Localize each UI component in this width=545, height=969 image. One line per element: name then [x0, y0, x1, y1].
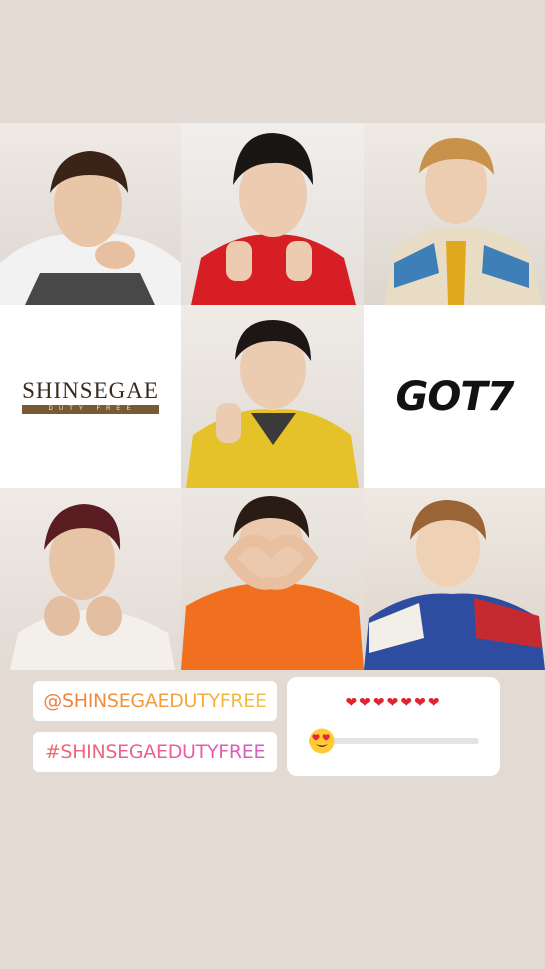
member-photo-8 — [181, 488, 364, 670]
member-photo-1 — [0, 123, 181, 305]
member-illustration — [186, 320, 359, 488]
mention-text: @SHINSEGAEDUTYFREE — [43, 689, 267, 712]
emoji-slider-sticker[interactable]: ❤❤❤❤❤❤❤ — [287, 677, 500, 776]
member-illustration — [191, 133, 356, 305]
hashtag-sticker[interactable]: #SHINSEGAEDUTYFREE — [33, 732, 277, 772]
mention-sticker[interactable]: @SHINSEGAEDUTYFREE — [33, 681, 277, 721]
shinsegae-subtitle: DUTY FREE — [22, 404, 159, 415]
shinsegae-logo: SHINSEGAE DUTY FREE — [0, 305, 181, 488]
member-illustration — [10, 504, 175, 670]
member-photo-2 — [181, 123, 364, 305]
member-illustration — [384, 138, 542, 305]
member-photo-9 — [364, 488, 545, 670]
member-illustration — [181, 496, 364, 670]
member-illustration — [364, 500, 545, 670]
hearts-row: ❤❤❤❤❤❤❤ — [345, 695, 442, 711]
member-photo-5 — [181, 305, 364, 488]
member-photo-3 — [364, 123, 545, 305]
got7-wordmark: GOT7 — [395, 373, 515, 420]
photo-grid: SHINSEGAE DUTY FREE GOT7 — [0, 123, 545, 670]
heart-eyes-emoji-icon[interactable] — [309, 728, 335, 754]
member-photo-7 — [0, 488, 181, 670]
got7-logo: GOT7 — [364, 305, 545, 488]
shinsegae-wordmark: SHINSEGAE — [22, 377, 159, 403]
hashtag-text: #SHINSEGAEDUTYFREE — [44, 740, 266, 763]
member-illustration — [0, 151, 181, 305]
